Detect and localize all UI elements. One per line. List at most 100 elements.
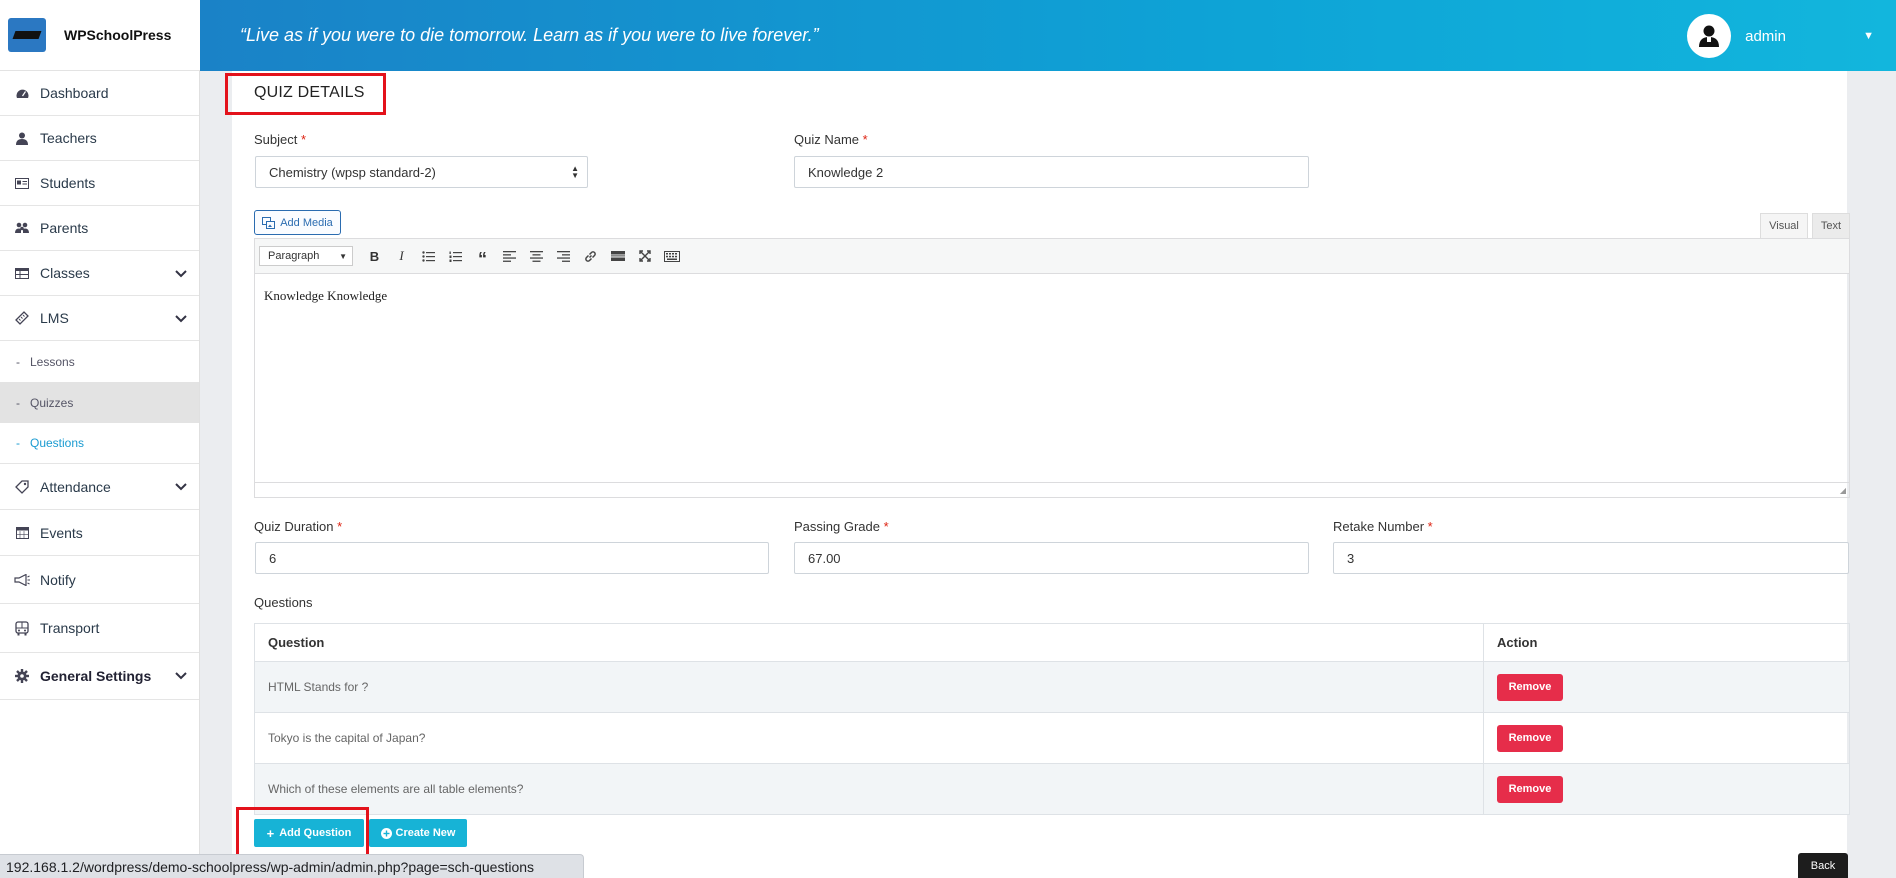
sidebar-subitem-quizzes[interactable]: - Quizzes [0,382,199,423]
create-new-button[interactable]: Create New [369,819,467,847]
chevron-down-icon[interactable]: ▼ [1863,30,1874,42]
passing-label-text: Passing Grade [794,519,880,534]
sidebar-item-label: Events [40,524,83,541]
subject-select[interactable]: Chemistry (wpsp standard-2) ▲ ▼ [255,156,588,188]
sidebar-subitem-label: Lessons [30,354,75,369]
remove-button[interactable]: Remove [1497,775,1563,803]
link-icon[interactable] [577,244,604,268]
chevron-down-icon: ▼ [339,252,347,261]
required-mark: * [337,519,343,534]
tag-icon [14,479,30,494]
avatar[interactable] [1687,14,1732,58]
chevron-down-icon[interactable] [175,667,187,683]
table-row: HTML Stands for ? Remove [254,661,1850,713]
italic-icon[interactable]: I [388,244,415,268]
bullet-list-icon[interactable] [415,244,442,268]
duration-label-text: Quiz Duration [254,519,334,534]
parents-icon [14,221,30,235]
sidebar-item-classes[interactable]: Classes [0,251,199,296]
top-bar: WPSchoolPress “Live as if you were to di… [0,0,1896,71]
sidebar-item-notify[interactable]: Notify [0,556,199,604]
keyboard-icon[interactable] [658,244,685,268]
tab-text[interactable]: Text [1812,213,1850,238]
sidebar-item-teachers[interactable]: Teachers [0,116,199,161]
align-left-icon[interactable] [496,244,523,268]
chevron-down-icon[interactable] [175,310,187,326]
rich-text-editor: Paragraph ▼ B I “ Knowledge Knowledge ◢ [254,238,1850,498]
retake-label-text: Retake Number [1333,519,1425,534]
dash-marker: - [16,436,20,450]
chevron-down-icon[interactable] [175,265,187,281]
megaphone-icon [14,573,30,587]
action-cell: Remove [1483,661,1850,713]
student-card-icon [14,176,30,190]
format-select[interactable]: Paragraph ▼ [259,246,353,266]
sidebar-item-events[interactable]: Events [0,510,199,556]
bold-icon[interactable]: B [361,244,388,268]
remove-button[interactable]: Remove [1497,673,1563,701]
sidebar-item-lms[interactable]: LMS [0,296,199,341]
media-icon [262,216,276,229]
retake-number-label: Retake Number * [1333,519,1433,534]
format-select-value: Paragraph [268,250,320,262]
quiz-duration-input[interactable]: 6 [255,542,769,574]
sidebar-item-students[interactable]: Students [0,161,199,206]
subject-select-value: Chemistry (wpsp standard-2) [269,164,436,180]
numbered-list-icon[interactable] [442,244,469,268]
duration-value: 6 [269,550,277,566]
duration-label: Quiz Duration * [254,519,342,534]
sidebar-item-attendance[interactable]: Attendance [0,464,199,510]
dash-marker: - [16,354,20,369]
back-button[interactable]: Back [1798,853,1848,878]
editor-statusbar [255,482,1849,497]
editor-content[interactable]: Knowledge Knowledge [255,274,1849,484]
sidebar-item-label: Attendance [40,478,111,495]
remove-button[interactable]: Remove [1497,724,1563,752]
fullscreen-icon[interactable] [631,244,658,268]
quiz-name-input[interactable]: Knowledge 2 [794,156,1309,188]
ruler-icon [14,311,30,325]
passing-grade-label: Passing Grade * [794,519,889,534]
sidebar-item-label: Notify [40,571,76,588]
user-name[interactable]: admin [1745,28,1863,45]
sidebar-item-label: Transport [40,620,100,636]
question-cell: Which of these elements are all table el… [254,763,1484,815]
column-header-question: Question [254,623,1484,662]
read-more-icon[interactable] [604,244,631,268]
sidebar-subitem-label: Questions [30,436,85,450]
blockquote-icon[interactable]: “ [469,244,496,269]
sidebar-subitem-lessons[interactable]: - Lessons [0,341,199,382]
sidebar-item-transport[interactable]: Transport [0,604,199,653]
table-row: Which of these elements are all table el… [254,763,1850,815]
browser-status-url: 192.168.1.2/wordpress/demo-schoolpress/w… [0,854,584,878]
sidebar-item-label: LMS [40,310,69,326]
required-mark: * [862,132,868,147]
passing-grade-input[interactable]: 67.00 [794,542,1309,574]
calendar-icon [14,526,30,540]
passing-value: 67.00 [808,550,841,566]
retake-number-input[interactable]: 3 [1333,542,1849,574]
sidebar-item-dashboard[interactable]: Dashboard [0,71,199,116]
brand[interactable]: WPSchoolPress [0,0,200,71]
sidebar-item-parents[interactable]: Parents [0,206,199,251]
chevron-down-icon[interactable] [175,478,187,494]
action-cell: Remove [1483,712,1850,764]
question-cell: HTML Stands for ? [254,661,1484,713]
add-media-button[interactable]: Add Media [254,210,341,235]
quiz-name-value: Knowledge 2 [808,164,884,180]
align-right-icon[interactable] [550,244,577,268]
sidebar-item-label: Teachers [40,130,97,146]
select-arrows-icon: ▲ ▼ [571,164,579,180]
sidebar-item-label: Dashboard [40,85,109,101]
align-center-icon[interactable] [523,244,550,268]
tab-visual[interactable]: Visual [1760,213,1808,238]
sidebar-item-label: Students [40,175,96,191]
user-menu[interactable]: admin ▼ [1687,14,1874,58]
highlight-box-add-question [236,807,369,858]
sidebar-subitem-questions[interactable]: - Questions [0,423,199,464]
resize-handle-icon[interactable]: ◢ [1840,486,1846,495]
action-cell: Remove [1483,763,1850,815]
plus-circle-icon [380,827,392,839]
table-row: Tokyo is the capital of Japan? Remove [254,712,1850,764]
sidebar-item-general-settings[interactable]: General Settings [0,653,199,700]
